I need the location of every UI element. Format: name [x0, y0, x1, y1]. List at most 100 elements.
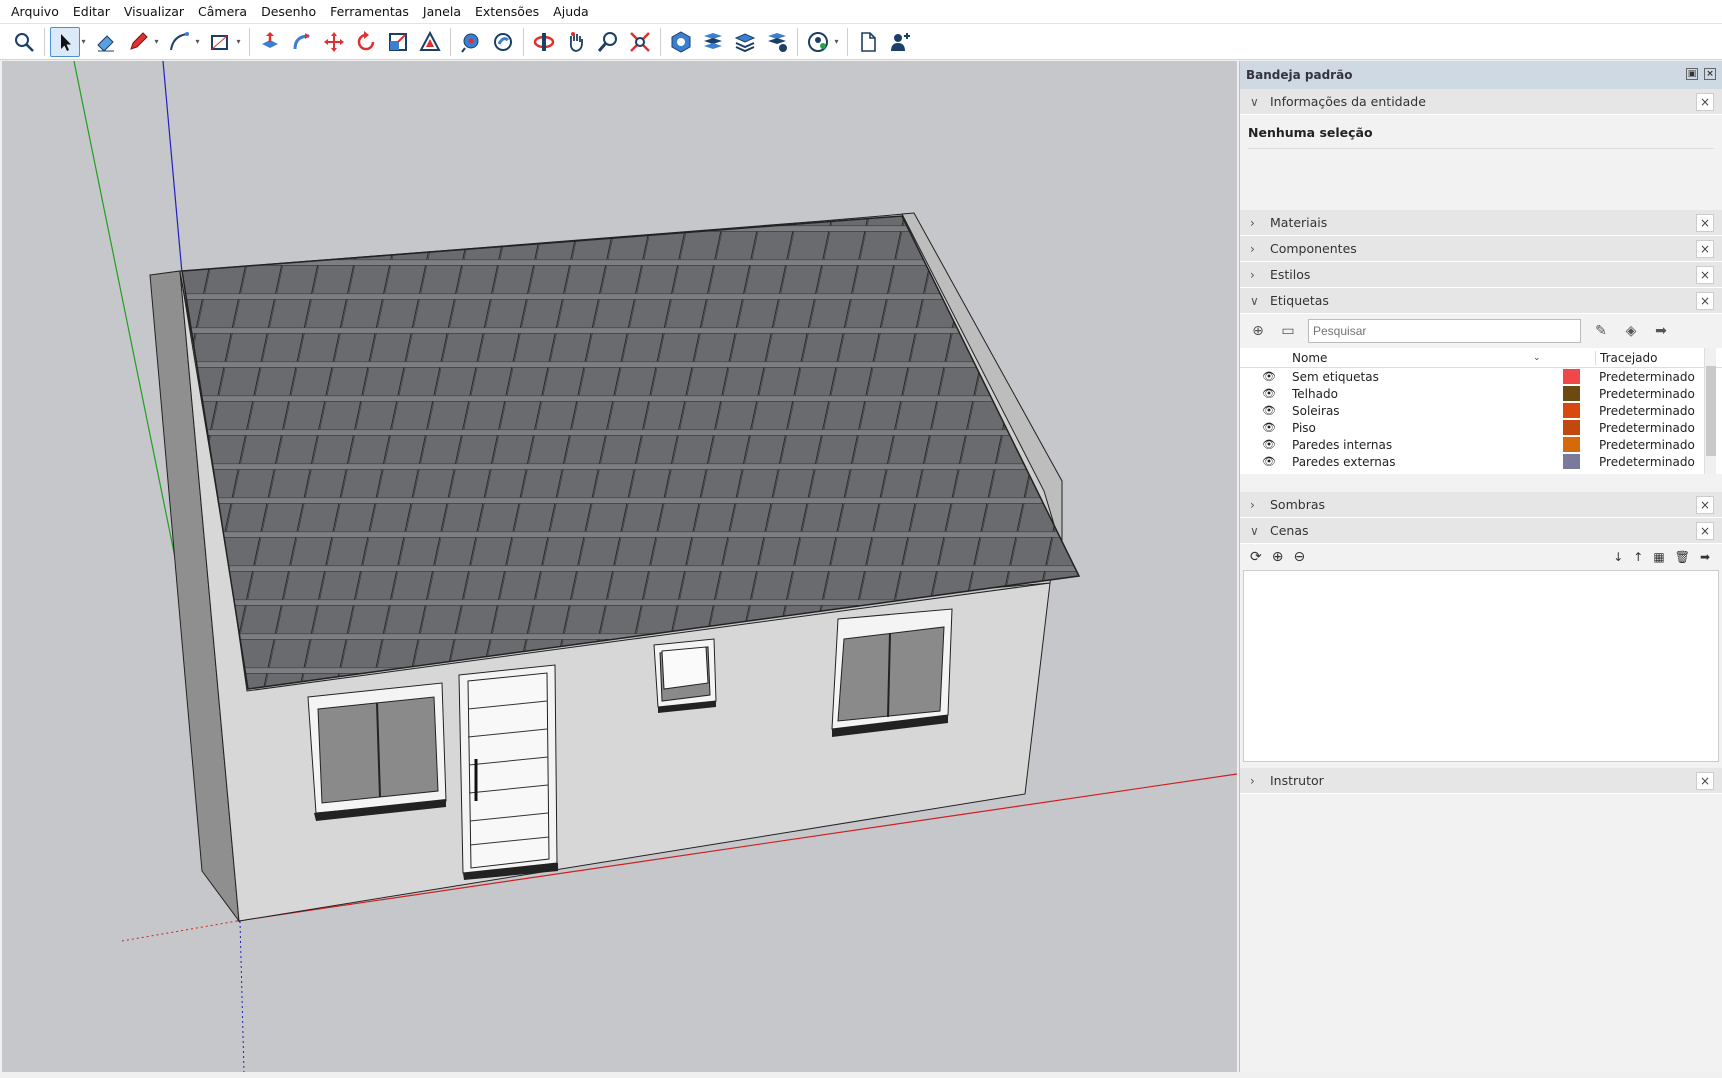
- menu-janela[interactable]: Janela: [416, 0, 468, 24]
- tag-dash[interactable]: Predeterminado: [1599, 370, 1695, 384]
- section-entity-info[interactable]: ∨ Informações da entidade ×: [1240, 89, 1722, 115]
- tag-row[interactable]: 👁 Soleiras Predeterminado: [1240, 402, 1722, 419]
- menu-editar[interactable]: Editar: [66, 0, 117, 24]
- tag-color-swatch[interactable]: [1563, 454, 1580, 469]
- column-name[interactable]: Nome: [1292, 351, 1327, 365]
- select-arrow-icon[interactable]: [50, 26, 80, 57]
- tape-measure-icon[interactable]: [456, 27, 486, 57]
- tag-color-swatch[interactable]: [1563, 420, 1580, 435]
- orbit-icon[interactable]: [529, 27, 559, 57]
- tag-dash[interactable]: Predeterminado: [1599, 387, 1695, 401]
- chevron-down-icon[interactable]: ▾: [193, 27, 202, 57]
- section-shadows[interactable]: › Sombras ×: [1240, 492, 1722, 518]
- move-up-icon[interactable]: ↑: [1633, 550, 1643, 564]
- tag-row[interactable]: 👁 Sem etiquetas Predeterminado: [1240, 368, 1722, 385]
- 3d-viewport[interactable]: [2, 61, 1237, 1072]
- close-icon[interactable]: ×: [1704, 68, 1716, 80]
- tags-scrollbar[interactable]: [1704, 348, 1716, 474]
- extension-manager-icon[interactable]: [762, 27, 792, 57]
- details-arrow-icon[interactable]: ➡: [1700, 550, 1710, 564]
- tag-row[interactable]: 👁 Paredes internas Predeterminado: [1240, 436, 1722, 453]
- tag-color-swatch[interactable]: [1563, 403, 1580, 418]
- section-styles[interactable]: › Estilos ×: [1240, 262, 1722, 288]
- chevron-down-icon[interactable]: ▾: [234, 27, 243, 57]
- add-tag-folder-icon[interactable]: ▭: [1278, 321, 1298, 341]
- paint-bucket-icon[interactable]: [488, 27, 518, 57]
- follow-me-icon[interactable]: [287, 27, 317, 57]
- eye-icon[interactable]: 👁: [1262, 455, 1276, 468]
- close-icon[interactable]: ×: [1696, 214, 1714, 232]
- menu-arquivo[interactable]: Arquivo: [4, 0, 66, 24]
- move-icon[interactable]: [319, 27, 349, 57]
- extension-warehouse-icon[interactable]: [698, 27, 728, 57]
- menu-camera[interactable]: Câmera: [191, 0, 254, 24]
- account-icon[interactable]: [803, 27, 833, 57]
- rectangle-tool-icon[interactable]: [205, 27, 235, 57]
- close-icon[interactable]: ×: [1696, 772, 1714, 790]
- paint-tag-icon[interactable]: ✎: [1591, 321, 1611, 341]
- chevron-down-icon[interactable]: ▾: [152, 27, 161, 57]
- tag-row[interactable]: 👁 Piso Predeterminado: [1240, 419, 1722, 436]
- close-icon[interactable]: ×: [1696, 266, 1714, 284]
- chevron-down-icon[interactable]: ▾: [832, 27, 841, 57]
- eye-icon[interactable]: 👁: [1262, 370, 1276, 383]
- add-scene-icon[interactable]: ⊕: [1272, 549, 1284, 565]
- close-icon[interactable]: ×: [1696, 93, 1714, 111]
- tag-dash[interactable]: Predeterminado: [1599, 455, 1695, 469]
- view-options-icon[interactable]: ▦: [1653, 550, 1664, 564]
- eye-icon[interactable]: 👁: [1262, 438, 1276, 451]
- layout-send-icon[interactable]: [730, 27, 760, 57]
- eye-icon[interactable]: 👁: [1262, 387, 1276, 400]
- tag-color-swatch[interactable]: [1563, 369, 1580, 384]
- close-icon[interactable]: ×: [1696, 522, 1714, 540]
- tag-color-swatch[interactable]: [1563, 386, 1580, 401]
- scrollbar-thumb[interactable]: [1706, 366, 1716, 456]
- close-icon[interactable]: ×: [1696, 240, 1714, 258]
- move-down-icon[interactable]: ↓: [1613, 550, 1623, 564]
- eye-icon[interactable]: 👁: [1262, 421, 1276, 434]
- refresh-icon[interactable]: ⟳: [1250, 549, 1262, 565]
- add-user-icon[interactable]: [885, 27, 915, 57]
- close-icon[interactable]: ×: [1696, 292, 1714, 310]
- add-tag-icon[interactable]: ⊕: [1248, 321, 1268, 341]
- section-tags[interactable]: ∨ Etiquetas ×: [1240, 288, 1722, 314]
- pencil-icon[interactable]: [123, 27, 153, 57]
- section-materials[interactable]: › Materiais ×: [1240, 210, 1722, 236]
- menu-desenho[interactable]: Desenho: [254, 0, 323, 24]
- close-icon[interactable]: ×: [1696, 496, 1714, 514]
- chevron-down-icon[interactable]: ▾: [79, 27, 88, 57]
- scale-icon[interactable]: [383, 27, 413, 57]
- push-pull-icon[interactable]: [255, 27, 285, 57]
- menu-ajuda[interactable]: Ajuda: [546, 0, 596, 24]
- tag-dash[interactable]: Predeterminado: [1599, 421, 1695, 435]
- menu-extensoes[interactable]: Extensões: [468, 0, 546, 24]
- eraser-icon[interactable]: [91, 27, 121, 57]
- offset-icon[interactable]: [415, 27, 445, 57]
- delete-icon[interactable]: 🗑: [1675, 550, 1690, 564]
- pan-hand-icon[interactable]: [561, 27, 591, 57]
- tags-search-input[interactable]: [1308, 319, 1581, 343]
- remove-scene-icon[interactable]: ⊖: [1293, 549, 1305, 565]
- arc-tool-icon[interactable]: [164, 27, 194, 57]
- tag-dash[interactable]: Predeterminado: [1599, 404, 1695, 418]
- menu-ferramentas[interactable]: Ferramentas: [323, 0, 416, 24]
- warehouse-icon[interactable]: [666, 27, 696, 57]
- zoom-icon[interactable]: [593, 27, 623, 57]
- column-dash[interactable]: Tracejado: [1595, 350, 1657, 365]
- section-instructor[interactable]: › Instrutor ×: [1240, 768, 1722, 794]
- new-document-icon[interactable]: [853, 27, 883, 57]
- tag-color-icon[interactable]: ◈: [1621, 321, 1641, 341]
- tag-row[interactable]: 👁 Telhado Predeterminado: [1240, 385, 1722, 402]
- chevron-down-icon[interactable]: ⌄: [1533, 353, 1541, 363]
- eye-icon[interactable]: 👁: [1262, 404, 1276, 417]
- section-components[interactable]: › Componentes ×: [1240, 236, 1722, 262]
- details-arrow-icon[interactable]: ➡: [1651, 321, 1671, 341]
- rotate-icon[interactable]: [351, 27, 381, 57]
- pin-icon[interactable]: ▣: [1686, 68, 1698, 80]
- search-icon[interactable]: [9, 27, 39, 57]
- section-scenes[interactable]: ∨ Cenas ×: [1240, 518, 1722, 544]
- zoom-extents-icon[interactable]: [625, 27, 655, 57]
- tag-color-swatch[interactable]: [1563, 437, 1580, 452]
- scenes-list[interactable]: [1243, 570, 1719, 762]
- tag-dash[interactable]: Predeterminado: [1599, 438, 1695, 452]
